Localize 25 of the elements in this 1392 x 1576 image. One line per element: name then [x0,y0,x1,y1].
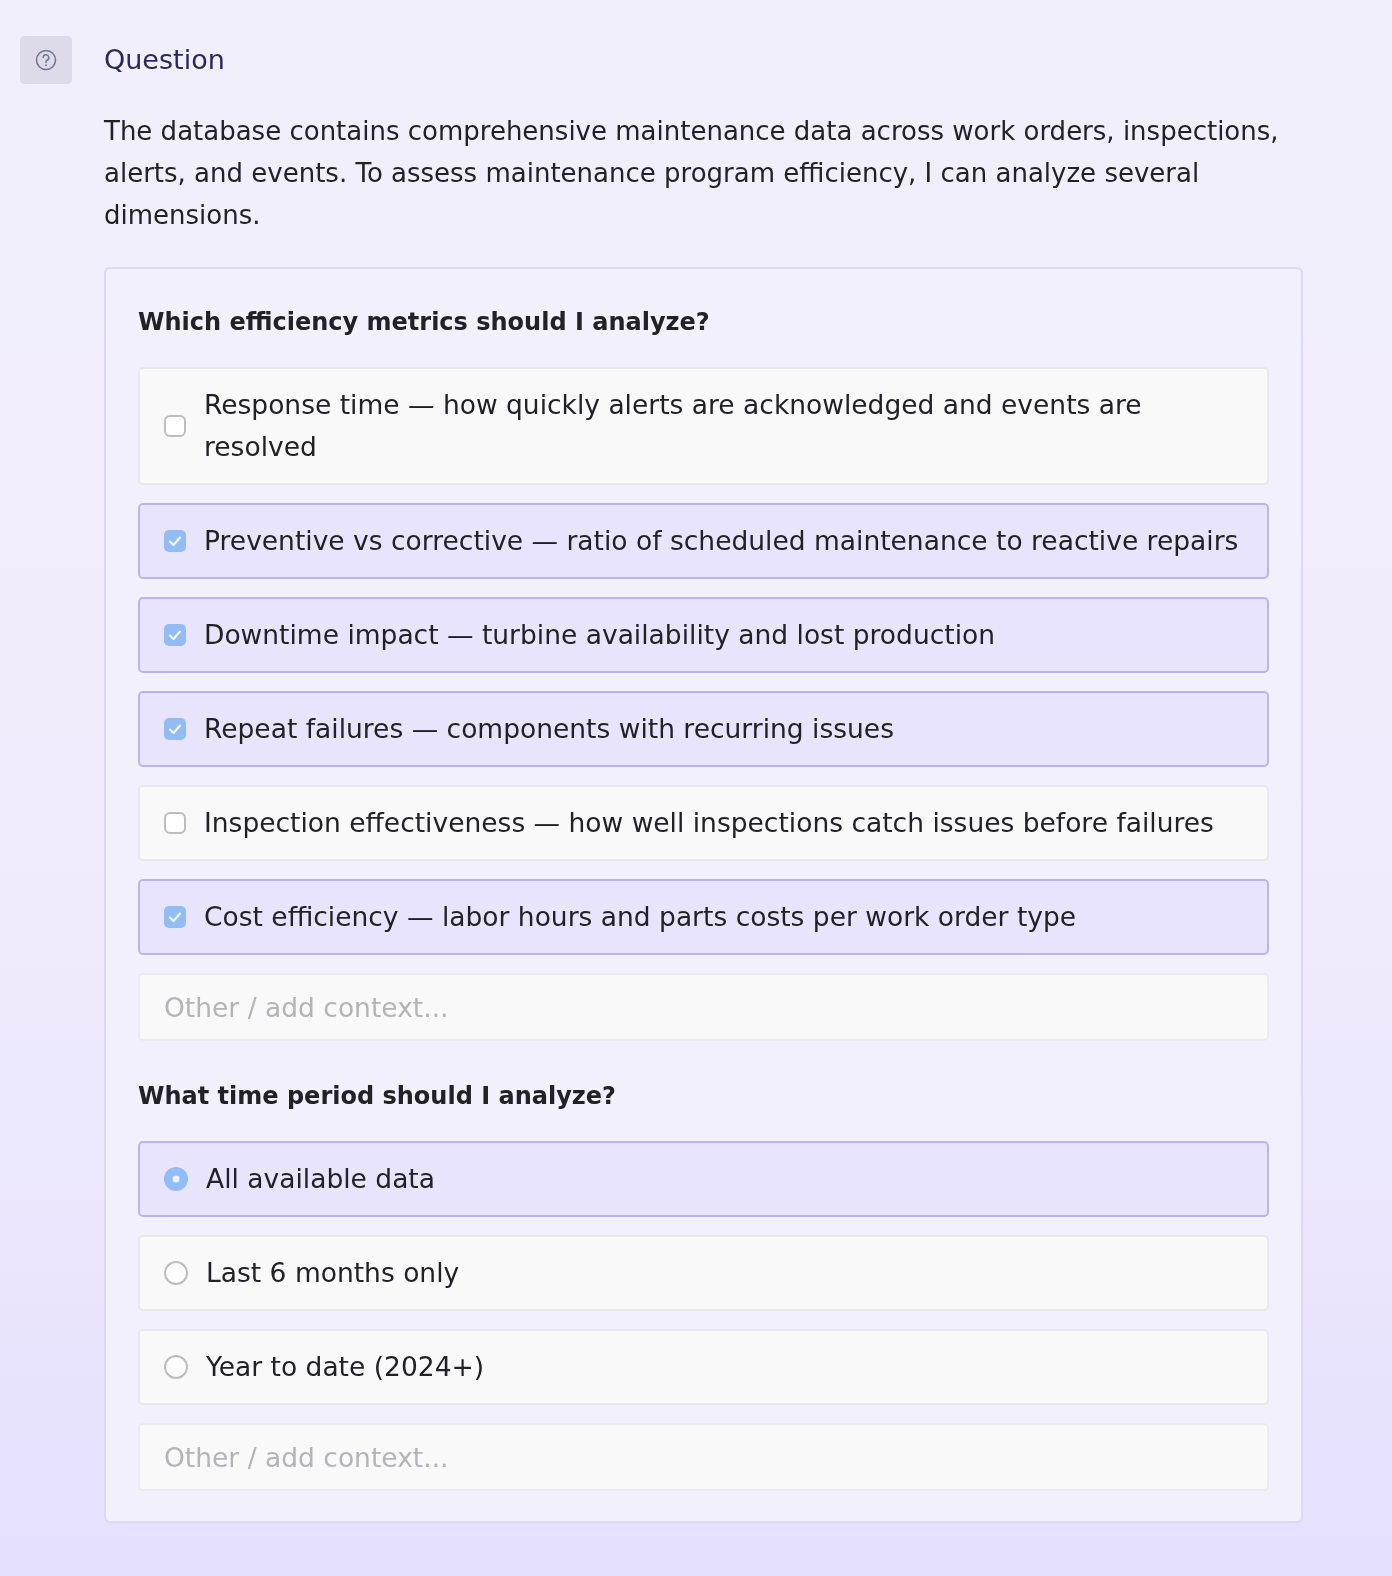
question-title: Question [104,43,226,77]
question-prompt: What time period should I analyze? [138,1081,617,1112]
checkbox-option[interactable]: Cost efficiency — labor hours and parts costs per work order type [138,879,1269,955]
checkbox-option[interactable]: Preventive vs corrective — ratio of scheduled maintenance to reactive repairs [138,503,1269,579]
radio-button[interactable] [164,1355,188,1379]
checkbox[interactable] [164,812,186,834]
checkbox-option[interactable]: Repeat failures — components with recurring issues [138,691,1269,767]
checkbox[interactable] [164,530,186,552]
checkbox-option[interactable]: Downtime impact — turbine availability and lost production [138,597,1269,673]
radio-button[interactable] [164,1167,188,1191]
radio-option[interactable]: Last 6 months only [138,1235,1269,1311]
question-description: The database contains comprehensive maintenance data across work orders, inspections, alerts, and events. To assess maintenance program efficiency, I can analyze several dimensions. [104,115,1280,232]
question-prompt: Which efficiency metrics should I analyze? [138,307,711,338]
radio-option[interactable]: Year to date (2024+) [138,1329,1269,1405]
checkbox[interactable] [164,906,186,928]
checkbox[interactable] [164,718,186,740]
checkbox[interactable] [164,624,186,646]
radio-button[interactable] [164,1261,188,1285]
input-field[interactable]: Other / add context... [138,973,1269,1041]
input-field[interactable]: Other / add context... [138,1423,1269,1491]
checkbox-option[interactable]: Inspection effectiveness — how well inspections catch issues before failures [138,785,1269,861]
checkbox-option[interactable]: Response time — how quickly alerts are acknowledged and events are resolved [138,367,1269,485]
checkbox[interactable] [164,415,186,437]
help-icon [20,36,72,84]
radio-option[interactable]: All available data [138,1141,1269,1217]
